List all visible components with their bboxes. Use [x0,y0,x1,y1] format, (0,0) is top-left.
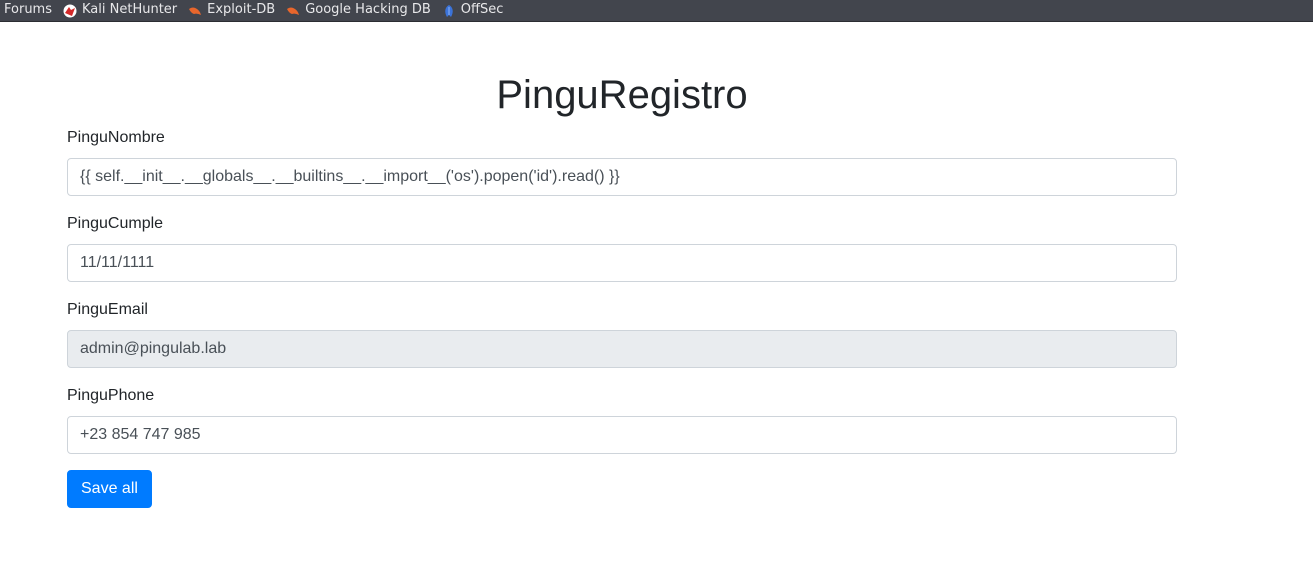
email-group: PinguEmail [67,298,1177,368]
bookmark-label: OffSec [460,2,504,17]
bookmark-exploit-db[interactable]: Exploit-DB [184,0,282,21]
save-all-button[interactable]: Save all [67,470,152,508]
bookmark-label: Exploit-DB [207,2,276,17]
exploitdb-icon [188,4,202,18]
nombre-group: PinguNombre [67,126,1177,196]
email-label: PinguEmail [67,301,148,318]
cumple-label: PinguCumple [67,215,164,232]
phone-group: PinguPhone [67,384,1177,454]
bookmark-offsec[interactable]: OffSec [438,0,511,21]
bookmark-label: Google Hacking DB [305,2,431,17]
nethunter-icon [63,4,77,18]
bookmark-forums[interactable]: Forums [0,0,59,21]
phone-input[interactable] [67,416,1177,454]
bookmark-google-hacking-db[interactable]: Google Hacking DB [282,0,438,21]
nombre-input[interactable] [67,158,1177,196]
email-input [67,330,1177,368]
nombre-label: PinguNombre [67,129,165,146]
ghdb-icon [286,4,300,18]
cumple-input[interactable] [67,244,1177,282]
bookmarks-toolbar: Forums Kali NetHunter Exploit-DB Google … [0,0,1313,22]
phone-label: PinguPhone [67,387,155,404]
bookmark-kali-nethunter[interactable]: Kali NetHunter [59,0,184,21]
bookmark-label: Kali NetHunter [82,2,178,17]
offsec-icon [442,4,456,18]
bookmark-label: Forums [4,2,52,17]
page-title: PinguRegistro [496,73,748,117]
cumple-group: PinguCumple [67,212,1177,282]
